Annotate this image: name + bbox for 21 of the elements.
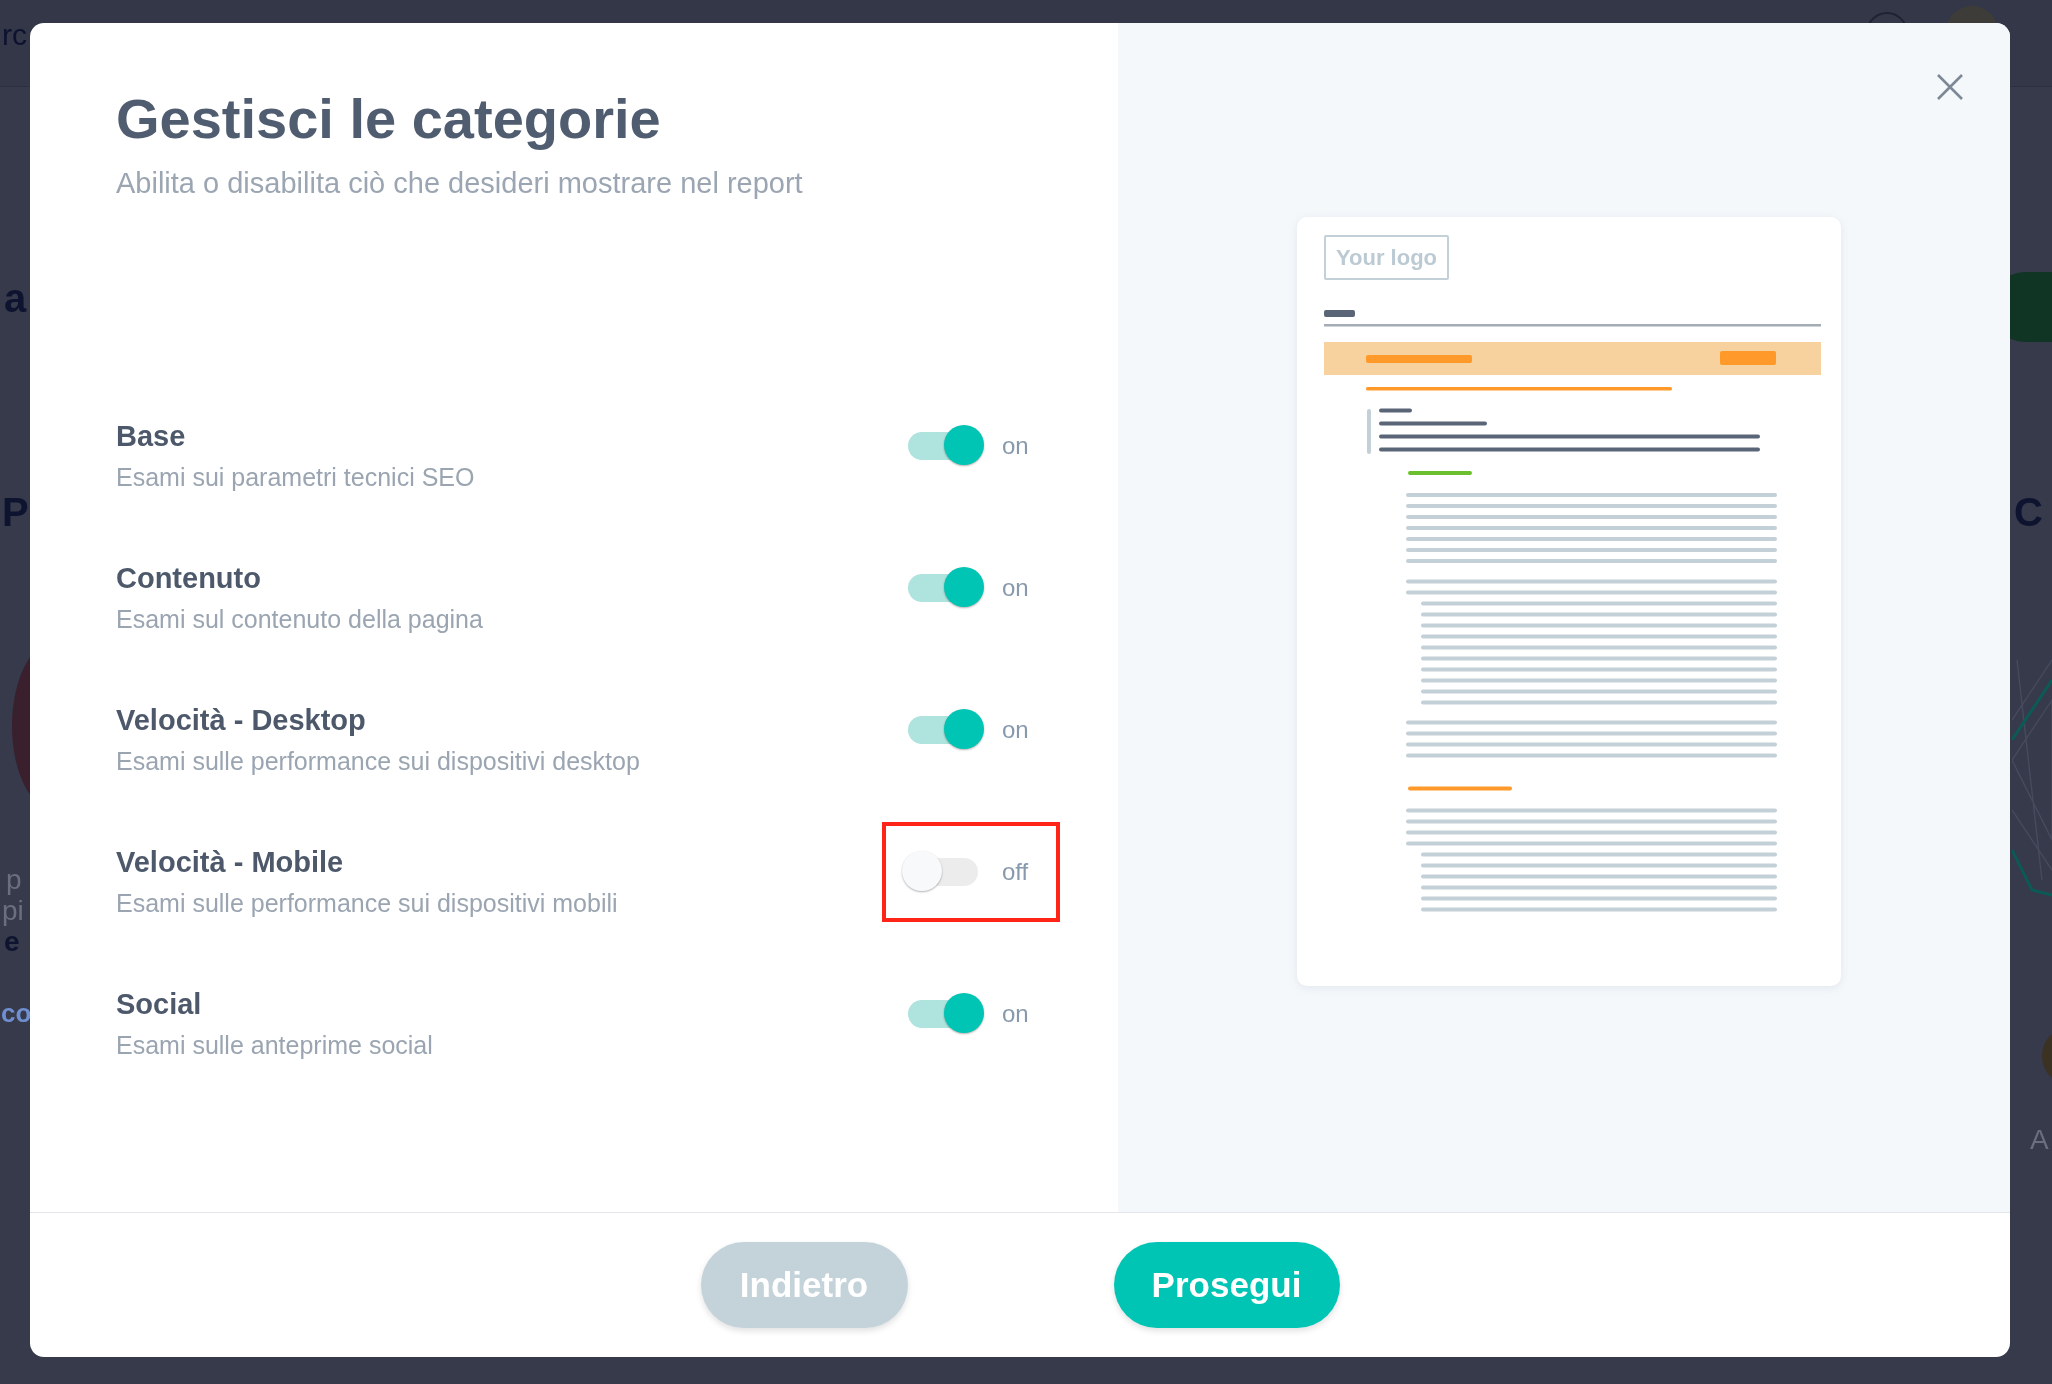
category-name: Contenuto (116, 561, 262, 596)
category-name: Social (116, 987, 203, 1022)
continue-button[interactable]: Prosegui (1113, 1242, 1340, 1328)
dialog-subtitle: Abilita o disabilita ciò che desideri mostrare nel report (116, 166, 804, 201)
category-name: Base (116, 419, 187, 454)
toggle-label: on (1002, 716, 1030, 744)
logo-box: Your logo (1324, 235, 1449, 280)
category-description: Esami sulle performance sui dispositivi desktop (116, 746, 641, 777)
category-description: Esami sulle performance sui dispositivi mobili (116, 888, 619, 919)
toggle-label: on (1002, 432, 1030, 460)
toggle-label: off (1002, 858, 1030, 886)
category-description: Esami sul contenuto della pagina (116, 604, 484, 635)
category-name: Velocità - Desktop (116, 703, 367, 738)
dialog-title: Gestisci le categorie (116, 87, 662, 151)
category-description: Esami sulle anteprime social (116, 1030, 434, 1061)
category-description: Esami sui parametri tecnici SEO (116, 462, 476, 493)
background-text: co (1, 998, 32, 1029)
close-icon[interactable] (1936, 73, 1964, 101)
toggle-label: on (1002, 1000, 1030, 1028)
toggle-label: on (1002, 574, 1030, 602)
category-name: Velocità - Mobile (116, 845, 345, 880)
